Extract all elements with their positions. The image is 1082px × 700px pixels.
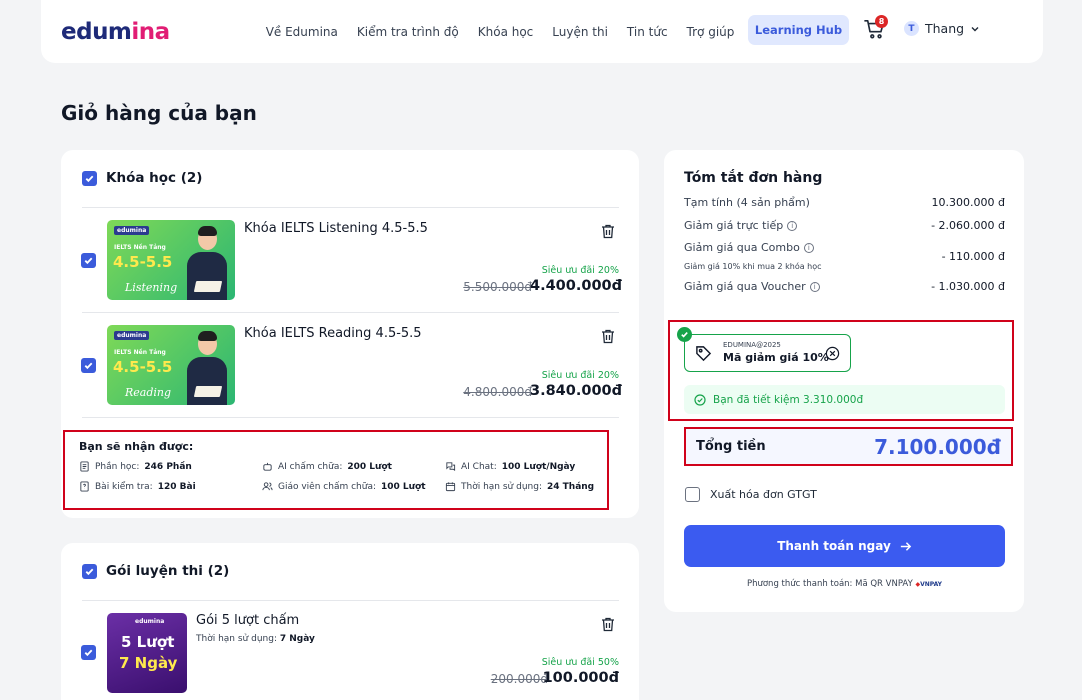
arrow-right-icon <box>900 541 911 551</box>
course-1-thumbnail[interactable]: edumina IELTS Nền Tảng 4.5-5.5 Listening <box>107 220 235 300</box>
exam-pack-1-old-price: 200.000đ <box>490 672 548 686</box>
remove-coupon-icon[interactable] <box>825 346 840 361</box>
nav-courses[interactable]: Khóa học <box>478 25 534 39</box>
combo-discount-row: Giảm giá qua Combo i - 110.000 đ <box>684 241 1005 263</box>
coupon-code: EDUMINA@2025 <box>723 341 781 349</box>
learning-hub-button[interactable]: Learning Hub <box>748 15 849 45</box>
vat-label: Xuất hóa đơn GTGT <box>710 488 817 501</box>
course-2-thumbnail[interactable]: edumina IELTS Nền Tảng 4.5-5.5 Reading <box>107 325 235 405</box>
edumina-logo[interactable]: edumina <box>61 19 170 45</box>
benefit-ai-chat: AI Chat: 100 Lượt/Ngày <box>445 461 605 472</box>
course-1-name[interactable]: Khóa IELTS Listening 4.5-5.5 <box>244 221 428 236</box>
total-label: Tổng tiền <box>696 439 766 454</box>
check-circle-icon <box>694 393 706 406</box>
page-title: Giỏ hàng của bạn <box>61 101 257 125</box>
nav-help[interactable]: Trợ giúp <box>687 25 735 39</box>
benefit-tests: Bài kiểm tra: 120 Bài <box>79 481 262 492</box>
user-name: Thang <box>925 21 965 36</box>
info-icon[interactable]: i <box>809 282 820 292</box>
course-2-promo: Siêu ưu đãi 20% <box>541 370 619 381</box>
divider <box>82 312 619 313</box>
total-value: 7.100.000đ <box>874 434 1001 459</box>
chat-icon <box>446 462 456 472</box>
course-2-old-price: 4.800.000đ <box>463 385 532 399</box>
divider <box>82 600 619 601</box>
savings-banner: Bạn đã tiết kiệm 3.310.000đ <box>684 385 1005 414</box>
course-2-name[interactable]: Khóa IELTS Reading 4.5-5.5 <box>244 326 422 341</box>
voucher-discount-row: Giảm giá qua Voucher i - 1.030.000 đ <box>684 280 1005 293</box>
benefits-title: Bạn sẽ nhận được: <box>79 440 194 453</box>
exam-packs-section-header: Gói luyện thi (2) <box>82 563 229 579</box>
quiz-icon <box>80 481 89 492</box>
course-1-old-price: 5.500.000đ <box>463 280 532 294</box>
course-2-price: 3.840.000đ <box>530 383 623 399</box>
applied-coupon[interactable]: EDUMINA@2025 Mã giảm giá 10% <box>677 327 851 372</box>
nav-about[interactable]: Về Edumina <box>266 25 338 39</box>
combo-note: Giảm giá 10% khi mua 2 khóa học <box>684 262 822 271</box>
benefit-ai-grading: AI chấm chữa: 200 Lượt <box>262 461 445 472</box>
order-summary-title: Tóm tắt đơn hàng <box>684 170 823 186</box>
direct-discount-row: Giảm giá trực tiếp i - 2.060.000 đ <box>684 219 1005 232</box>
trash-icon[interactable] <box>601 617 615 632</box>
course-1-price: 4.400.000đ <box>530 278 623 294</box>
trash-icon[interactable] <box>601 329 615 344</box>
exam-pack-1-duration: Thời hạn sử dụng: 7 Ngày <box>196 634 315 644</box>
divider <box>82 417 619 418</box>
vat-checkbox[interactable] <box>685 487 700 502</box>
course-1-checkbox[interactable] <box>81 253 96 268</box>
users-icon <box>262 482 273 491</box>
check-icon <box>677 327 692 342</box>
vnpay-logo: ◆VNPAY <box>915 581 943 588</box>
courses-select-all-checkbox[interactable] <box>82 170 97 186</box>
main-nav: Về Edumina Kiểm tra trình độ Khóa học Lu… <box>266 25 735 39</box>
divider <box>82 207 619 208</box>
trash-icon[interactable] <box>601 224 615 239</box>
courses-section-label: Khóa học (2) <box>106 170 203 186</box>
tag-icon <box>696 346 712 362</box>
info-icon[interactable]: i <box>787 221 798 231</box>
benefit-teacher-grading: Giáo viên chấm chữa: 100 Lượt <box>262 481 445 492</box>
exam-packs-section-label: Gói luyện thi (2) <box>106 563 230 579</box>
total-row: Tổng tiền 7.100.000đ <box>684 427 1013 466</box>
nav-news[interactable]: Tin tức <box>627 25 668 39</box>
exam-pack-1-checkbox[interactable] <box>81 645 96 660</box>
subtotal-row: Tạm tính (4 sản phẩm) 10.300.000 đ <box>684 196 1005 209</box>
chevron-down-icon <box>971 26 979 31</box>
payment-method-note: Phương thức thanh toán: Mã QR VNPAY ◆VNP… <box>746 579 943 589</box>
cart-count-badge: 8 <box>875 15 888 28</box>
top-header: edumina Về Edumina Kiểm tra trình độ Khó… <box>41 0 1043 63</box>
checkout-button[interactable]: Thanh toán ngay <box>684 525 1005 567</box>
robot-icon <box>263 462 272 471</box>
courses-section-header: Khóa học (2) <box>82 170 202 186</box>
coupon-description: Mã giảm giá 10% <box>723 351 829 364</box>
benefits-box: Bạn sẽ nhận được: Phần học: 246 Phần AI c… <box>63 430 609 510</box>
avatar: T <box>904 21 919 36</box>
document-icon <box>80 461 89 472</box>
nav-exam-prep[interactable]: Luyện thi <box>552 25 608 39</box>
info-icon[interactable]: i <box>803 243 814 253</box>
user-menu[interactable]: T Thang <box>904 21 980 36</box>
benefit-lessons: Phần học: 246 Phần <box>79 461 262 472</box>
calendar-icon <box>445 482 456 492</box>
nav-level-test[interactable]: Kiểm tra trình độ <box>357 25 459 39</box>
exam-pack-1-thumbnail[interactable]: edumina 5 Lượt 7 Ngày <box>107 613 187 693</box>
course-2-checkbox[interactable] <box>81 358 96 373</box>
exam-pack-1-price: 100.000đ <box>542 670 619 686</box>
exam-pack-1-name[interactable]: Gói 5 lượt chấm <box>196 613 299 628</box>
vat-invoice-option[interactable]: Xuất hóa đơn GTGT <box>685 487 817 502</box>
course-1-promo: Siêu ưu đãi 20% <box>541 265 619 276</box>
benefit-duration: Thời hạn sử dụng: 24 Tháng <box>445 481 605 492</box>
exam-pack-1-promo: Siêu ưu đãi 50% <box>541 657 619 668</box>
exam-packs-select-all-checkbox[interactable] <box>82 563 97 579</box>
